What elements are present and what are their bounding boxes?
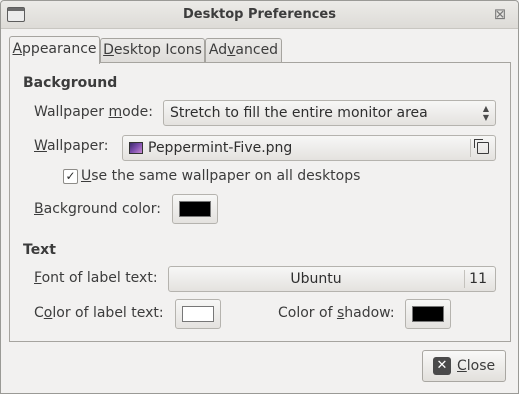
title-bar[interactable]: Desktop Preferences ⊠: [1, 1, 518, 29]
separator: [470, 139, 471, 157]
close-button-label: Close: [457, 351, 495, 381]
background-color-button[interactable]: [172, 194, 218, 224]
font-button[interactable]: Ubuntu 11: [168, 266, 496, 292]
label-post: lose: [466, 358, 496, 374]
label-post: hadow:: [344, 305, 395, 321]
label-post: se the same wallpaper on all desktops: [91, 168, 361, 184]
shadow-color-label: Color of shadow:: [278, 305, 395, 321]
tab-desktop-icons[interactable]: Desktop Icons: [100, 38, 205, 63]
label-color-button[interactable]: [175, 299, 221, 329]
label-mnemonic: m: [108, 104, 123, 120]
font-size: 11: [469, 271, 487, 287]
label-pre: C: [34, 305, 44, 321]
label-color-label: Color of label text:: [34, 305, 164, 321]
background-color-swatch: [179, 201, 211, 217]
close-button[interactable]: ✕ Close: [422, 350, 506, 382]
image-file-icon: [129, 142, 143, 154]
wallpaper-file-chooser[interactable]: Peppermint-Five.png: [122, 135, 496, 161]
label-pre: Color of: [278, 305, 337, 321]
tab-label-post: esktop Icons: [113, 42, 202, 58]
tab-label-pre: Ad: [208, 42, 228, 58]
wallpaper-mode-label: Wallpaper mode:: [34, 104, 153, 120]
updown-arrows-icon: ▲ ▼: [482, 104, 489, 122]
label-post: lor of label text:: [52, 305, 164, 321]
same-wallpaper-label[interactable]: Use the same wallpaper on all desktops: [81, 168, 360, 184]
tab-label-mnemonic: A: [12, 41, 23, 57]
text-section-title: Text: [23, 242, 56, 258]
font-label: Font of label text:: [34, 270, 158, 286]
wallpaper-mode-select[interactable]: Stretch to fill the entire monitor area …: [163, 100, 496, 126]
label-post: allpaper:: [46, 138, 109, 154]
background-color-label: Background color:: [34, 201, 161, 217]
label-post: ackground color:: [43, 201, 161, 217]
wallpaper-mode-value: Stretch to fill the entire monitor area: [170, 105, 428, 121]
close-icon: ✕: [433, 357, 451, 375]
appearance-panel: Background Wallpaper mode: Stretch to fi…: [9, 62, 511, 342]
background-section-title: Background: [23, 75, 118, 91]
tab-advanced[interactable]: Advanced: [205, 38, 282, 63]
window-title: Desktop Preferences: [183, 7, 336, 22]
label-mnemonic: W: [34, 138, 47, 154]
same-wallpaper-checkbox[interactable]: ✓: [63, 169, 78, 184]
label-pre: Wallpaper: [34, 104, 109, 120]
desktop-preferences-window: Desktop Preferences ⊠ Appearance Desktop…: [0, 0, 519, 394]
tab-label-post: anced: [235, 42, 279, 58]
checkmark-icon: ✓: [65, 169, 76, 183]
font-name: Ubuntu: [290, 271, 342, 287]
label-mnemonic: B: [34, 201, 44, 217]
shadow-color-swatch: [412, 306, 444, 322]
label-mnemonic: U: [81, 168, 92, 184]
shadow-color-button[interactable]: [405, 299, 451, 329]
separator: [464, 270, 465, 288]
window-close-icon[interactable]: ⊠: [492, 6, 508, 22]
wallpaper-filename: Peppermint-Five.png: [148, 140, 293, 156]
label-mnemonic: C: [457, 358, 467, 374]
label-post: ode:: [122, 104, 153, 120]
tab-appearance[interactable]: Appearance: [9, 36, 100, 64]
label-color-swatch: [182, 306, 214, 322]
open-folder-icon: [474, 139, 489, 154]
wallpaper-label: Wallpaper:: [34, 138, 109, 154]
label-post: ont of label text:: [41, 270, 158, 286]
tab-label-post: ppearance: [22, 41, 97, 57]
label-mnemonic: F: [34, 270, 42, 286]
tab-label-mnemonic: D: [103, 42, 114, 58]
